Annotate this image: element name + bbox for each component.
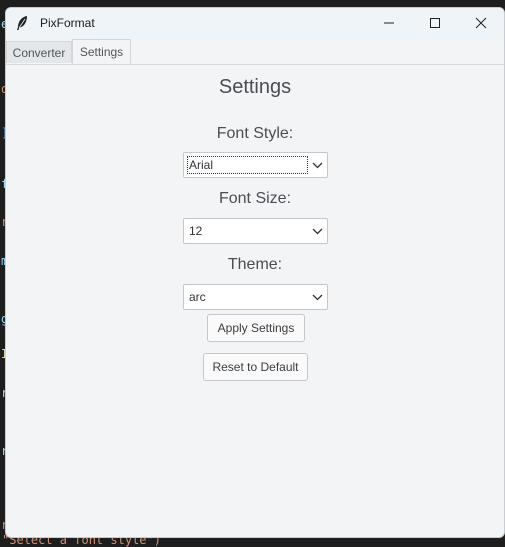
minimize-icon [384, 22, 394, 24]
font-size-value: 12 [189, 224, 203, 238]
tab-converter[interactable]: Converter [6, 41, 72, 63]
theme-label: Theme: [227, 256, 283, 273]
close-button[interactable] [458, 8, 504, 38]
window-title: PixFormat [40, 16, 95, 30]
chevron-down-icon[interactable] [307, 285, 327, 309]
font-size-label: Font Size: [218, 190, 292, 207]
app-window: PixFormat Converter Settings Settings Fo… [5, 7, 505, 538]
theme-value: arc [189, 290, 206, 304]
close-icon [475, 17, 487, 29]
chevron-down-icon[interactable] [307, 219, 327, 243]
minimize-button[interactable] [366, 8, 412, 38]
maximize-button[interactable] [412, 8, 458, 38]
tab-settings[interactable]: Settings [72, 39, 131, 64]
font-size-select[interactable]: 12 [183, 218, 328, 244]
font-style-select[interactable]: Arial [183, 152, 328, 178]
feather-icon [14, 15, 30, 31]
theme-select[interactable]: arc [183, 284, 328, 310]
title-bar[interactable]: PixFormat [6, 8, 504, 38]
maximize-icon [430, 18, 440, 28]
tab-bar: Converter Settings [6, 39, 504, 65]
settings-panel: Settings Font Style: Arial Font Size: 12… [6, 65, 504, 537]
apply-settings-button[interactable]: Apply Settings [207, 314, 305, 342]
page-title: Settings [218, 76, 292, 98]
reset-to-default-button[interactable]: Reset to Default [203, 353, 308, 381]
chevron-down-icon[interactable] [307, 153, 327, 177]
font-style-value: Arial [187, 156, 308, 174]
font-style-label: Font Style: [216, 125, 294, 142]
